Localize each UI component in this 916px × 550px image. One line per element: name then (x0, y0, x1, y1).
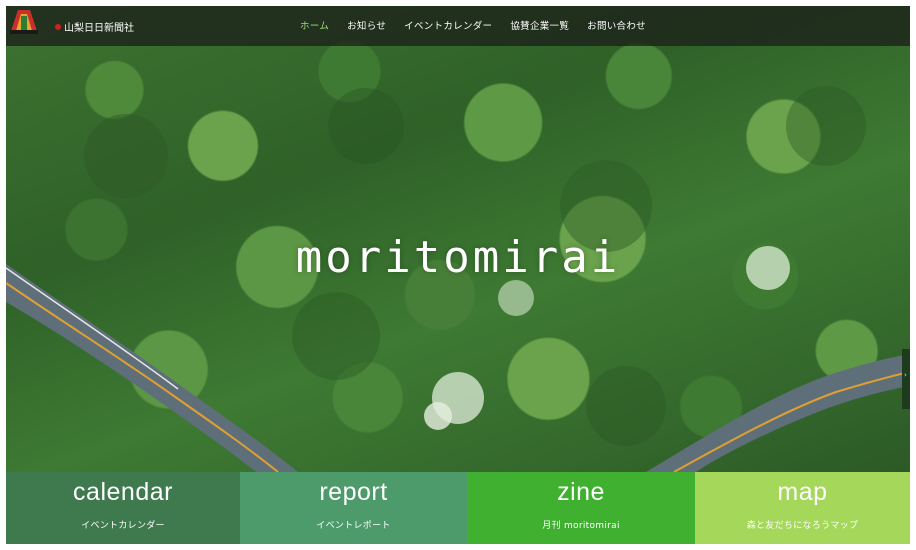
brand-name[interactable]: 山梨日日新聞社 (55, 19, 134, 34)
brand-label: 山梨日日新聞社 (64, 23, 134, 34)
tile-report-title: report (319, 478, 388, 506)
nav-sponsors[interactable]: 協賛企業一覧 (510, 18, 569, 34)
tile-calendar-title: calendar (73, 478, 173, 506)
tile-calendar-subtitle: イベントカレンダー (81, 521, 165, 531)
hero-section: 山梨日日新聞社 ホーム お知らせ イベントカレンダー 協賛企業一覧 お問い合わせ… (6, 6, 910, 472)
tile-report[interactable]: report イベントレポート (240, 472, 467, 544)
side-tab[interactable]: › (902, 349, 910, 409)
tile-map[interactable]: map 森と友だちになろうマップ (695, 472, 910, 544)
tile-zine-title: zine (557, 478, 605, 506)
main-nav: ホーム お知らせ イベントカレンダー 協賛企業一覧 お問い合わせ (300, 18, 664, 34)
brand-dot-icon (55, 24, 61, 30)
page-frame: 山梨日日新聞社 ホーム お知らせ イベントカレンダー 協賛企業一覧 お問い合わせ… (6, 6, 910, 544)
side-tab-arrow-icon: › (904, 371, 907, 379)
nav-contact[interactable]: お問い合わせ (587, 18, 646, 34)
tile-map-title: map (777, 478, 828, 506)
bottom-tiles: calendar イベントカレンダー report イベントレポート zine … (6, 472, 910, 544)
tile-calendar[interactable]: calendar イベントカレンダー (6, 472, 240, 544)
nav-home[interactable]: ホーム (300, 18, 329, 34)
top-navigation-bar: 山梨日日新聞社 ホーム お知らせ イベントカレンダー 協賛企業一覧 お問い合わせ (6, 6, 910, 46)
project-logo-icon[interactable] (6, 6, 42, 36)
hero-title: moritomirai (295, 232, 621, 283)
tile-zine-subtitle: 月刊 moritomirai (542, 521, 620, 531)
tile-zine[interactable]: zine 月刊 moritomirai (467, 472, 695, 544)
nav-news[interactable]: お知らせ (347, 18, 386, 34)
tile-map-subtitle: 森と友だちになろうマップ (746, 521, 859, 531)
nav-event-calendar[interactable]: イベントカレンダー (404, 18, 492, 34)
tile-report-subtitle: イベントレポート (316, 521, 391, 531)
